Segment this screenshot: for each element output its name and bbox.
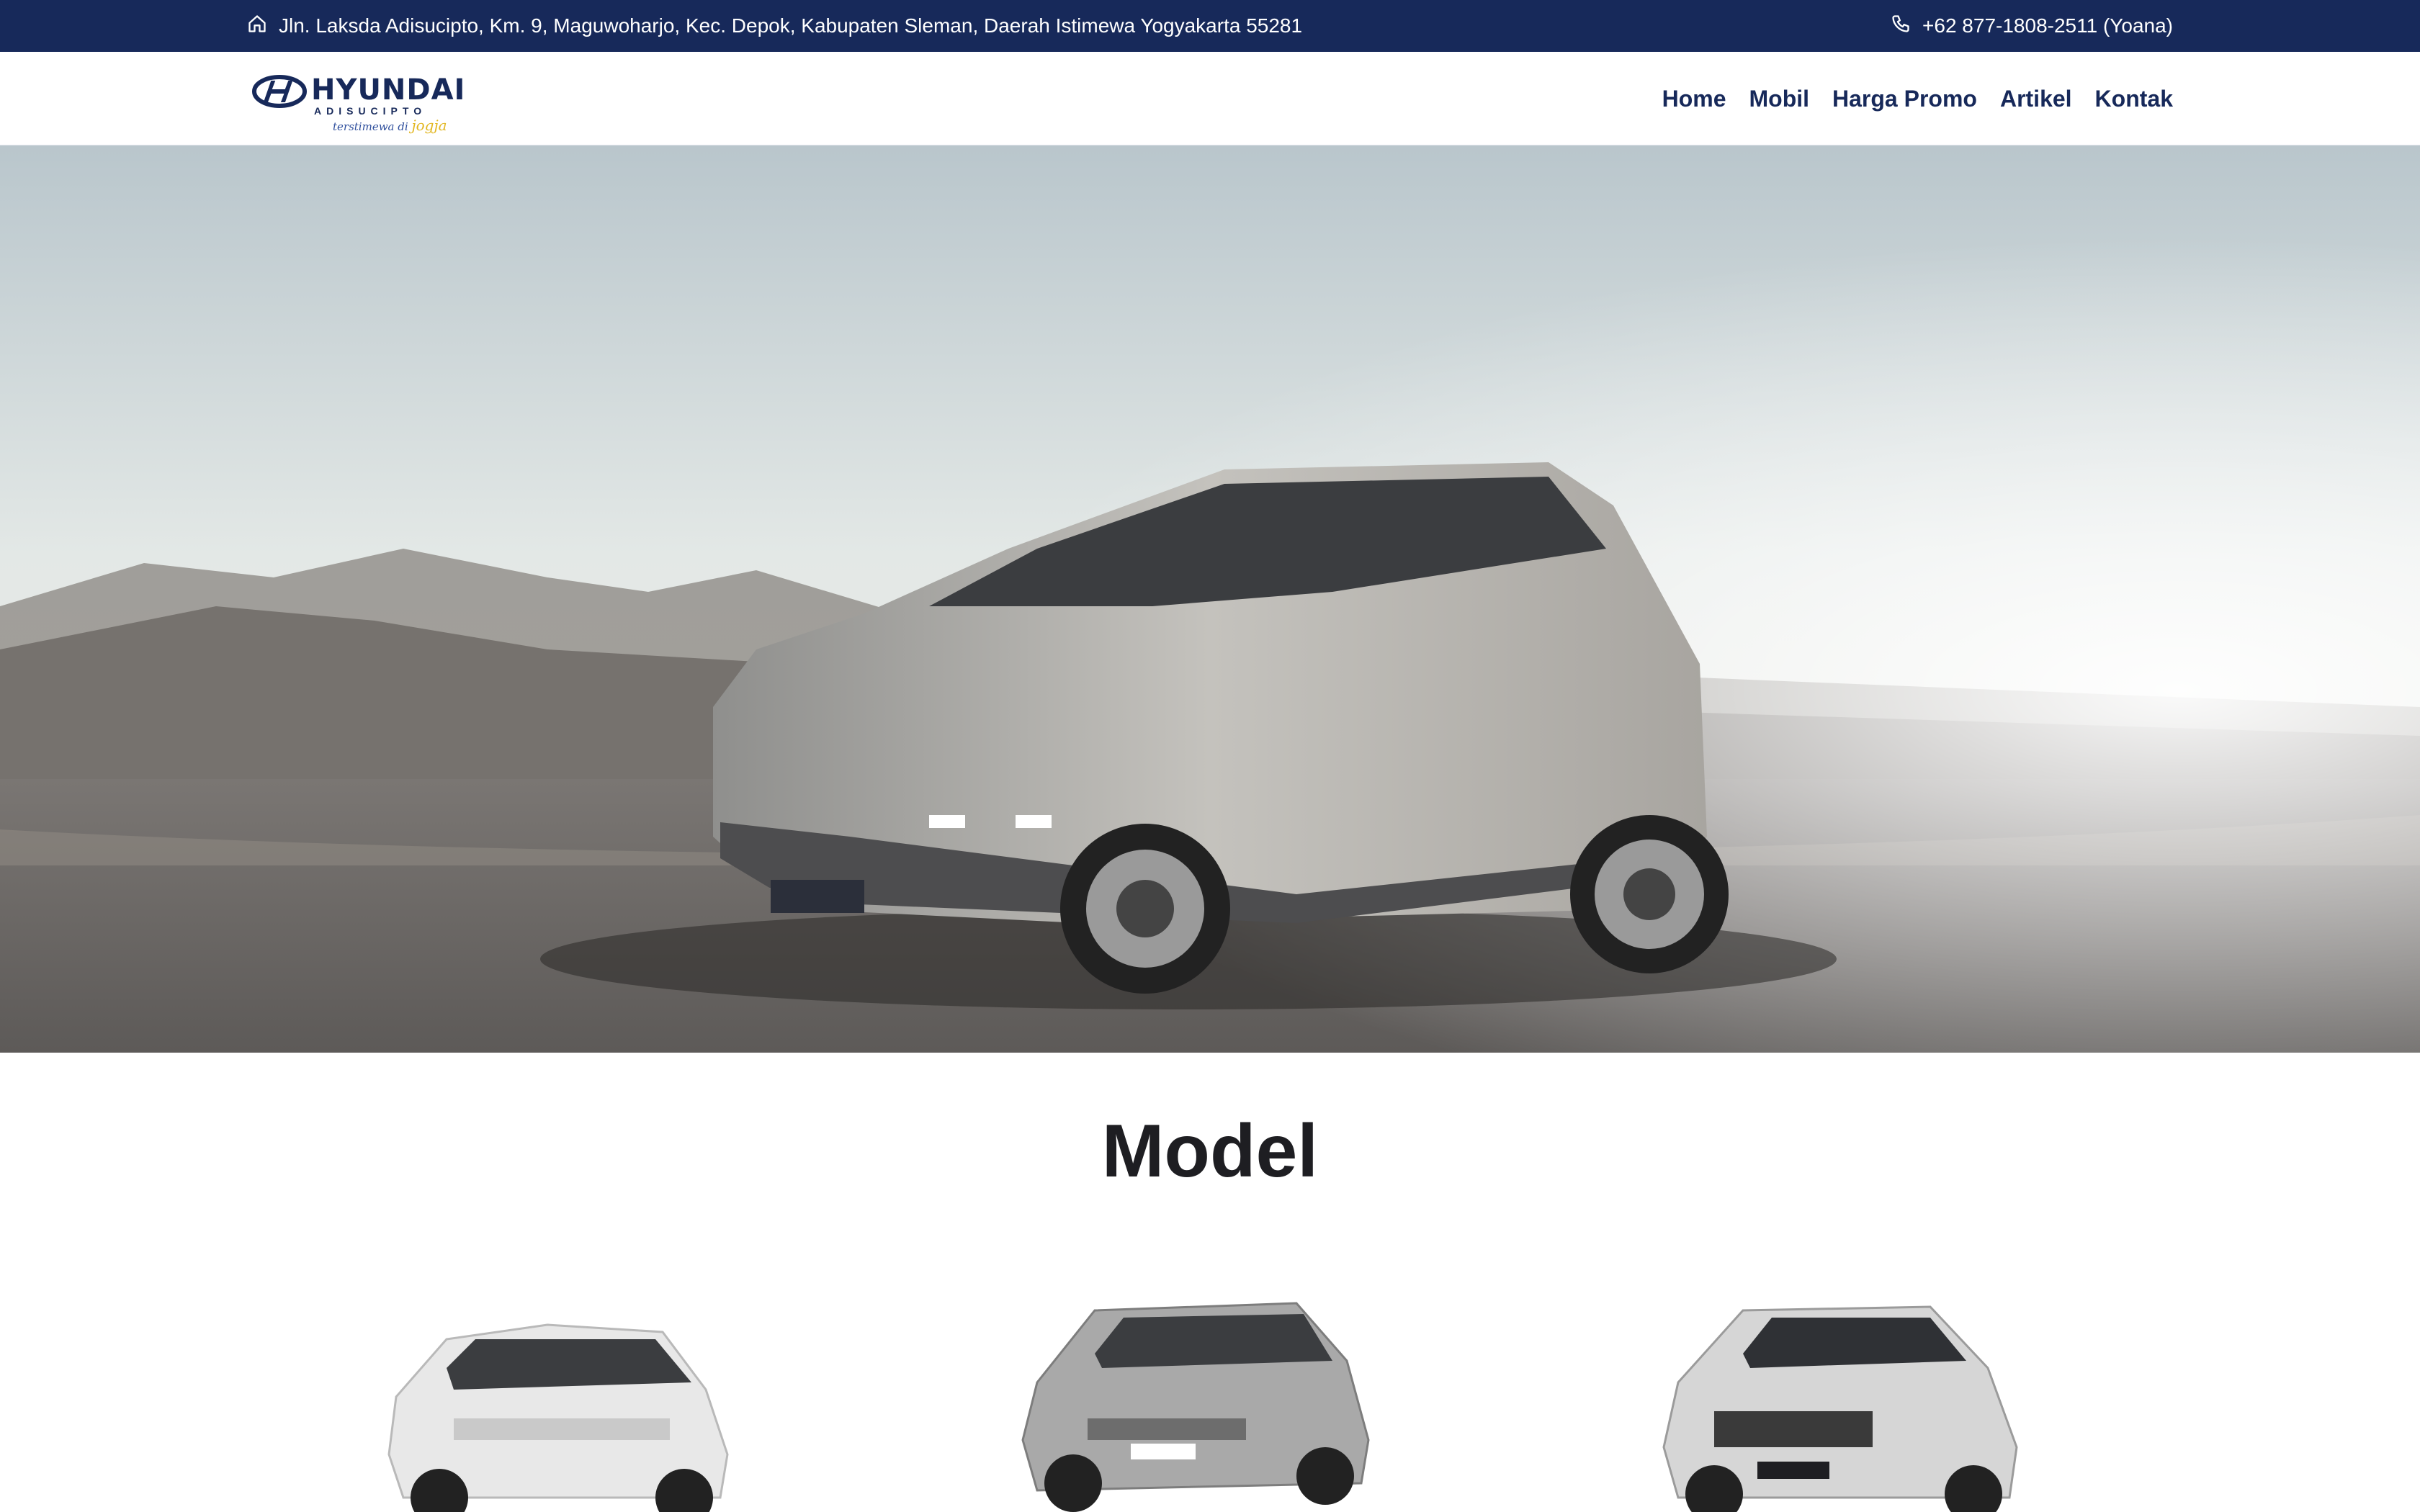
nav-harga-promo[interactable]: Harga Promo [1832, 86, 1977, 112]
hero-banner [0, 145, 2420, 1053]
main-nav: Home Mobil Harga Promo Artikel Kontak [1662, 52, 2173, 145]
tagline-accent: jogja [411, 117, 447, 134]
nav-artikel[interactable]: Artikel [2000, 86, 2072, 112]
phone-icon [1891, 14, 1911, 39]
site-header: HYUNDAI ADISUCIPTO terstimewa di jogja H… [0, 52, 2420, 145]
model-section-title: Model [1101, 1110, 1319, 1193]
nav-mobil[interactable]: Mobil [1749, 86, 1809, 112]
nav-home[interactable]: Home [1662, 86, 1726, 112]
phone-text[interactable]: +62 877-1808-2511 (Yoana) [1922, 14, 2173, 37]
brand-sub: ADISUCIPTO [314, 105, 427, 117]
model-card-2[interactable] [1008, 1282, 1397, 1512]
nav-kontak[interactable]: Kontak [2095, 86, 2173, 112]
brand-tagline: terstimewa di jogja [333, 117, 447, 134]
hero-car-image [0, 145, 2420, 1053]
address-text: Jln. Laksda Adisucipto, Km. 9, Maguwohar… [279, 14, 1303, 37]
model-card-1[interactable] [367, 1282, 756, 1512]
model-car-image [387, 1323, 729, 1512]
model-car-image [1662, 1305, 2018, 1512]
brand-name: HYUNDAI [311, 73, 466, 107]
hyundai-emblem-icon [252, 75, 307, 108]
hyundai-logo[interactable]: HYUNDAI ADISUCIPTO terstimewa di jogja [252, 65, 465, 134]
top-info-bar: Jln. Laksda Adisucipto, Km. 9, Maguwohar… [0, 0, 2420, 52]
home-icon [247, 14, 267, 39]
phone-contact[interactable]: +62 877-1808-2511 (Yoana) [1891, 0, 2173, 52]
model-card-3[interactable] [1649, 1282, 2038, 1512]
address: Jln. Laksda Adisucipto, Km. 9, Maguwohar… [247, 0, 1302, 52]
model-car-image [1021, 1302, 1370, 1512]
tagline-prefix: terstimewa di [333, 120, 408, 133]
